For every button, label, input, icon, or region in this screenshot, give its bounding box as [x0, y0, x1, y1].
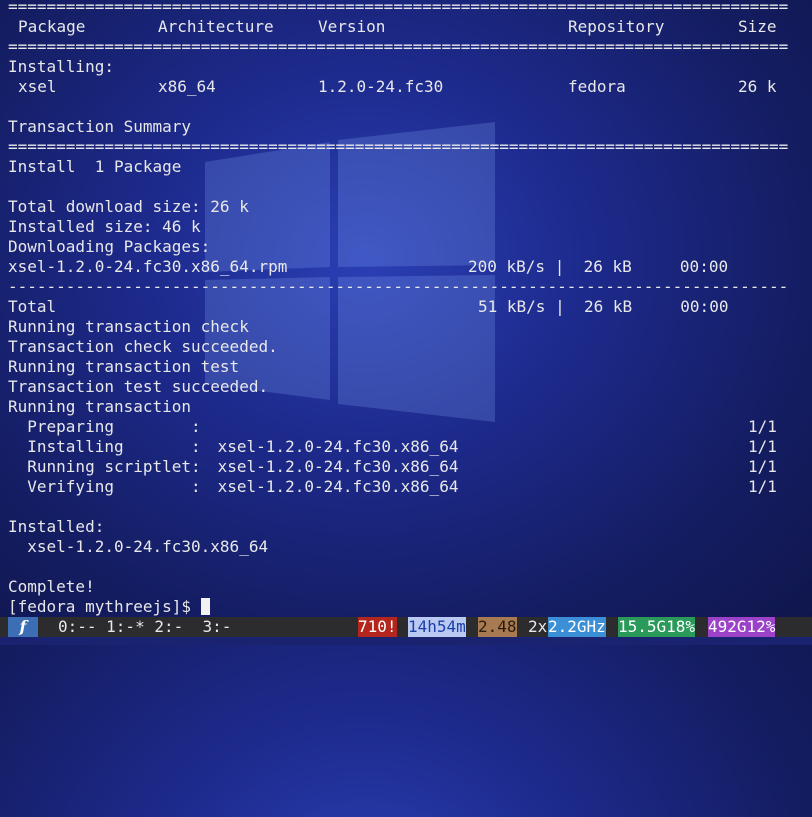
log-line: Running transaction test	[8, 357, 240, 376]
step-package: xsel-1.2.0-24.fc30.x86_64	[208, 457, 459, 476]
step-label: Preparing :	[8, 417, 201, 436]
package-name: xsel	[18, 77, 57, 96]
load-average-badge: 2.48	[478, 617, 517, 637]
log-line: Running transaction	[8, 397, 192, 416]
uptime-badge: 14h54m	[408, 617, 466, 637]
tmux-window-list[interactable]: 0:-- 1:-* 2:- 3:-	[58, 617, 231, 637]
step-package: xsel-1.2.0-24.fc30.x86_64	[208, 437, 459, 456]
table-row: xsel x86_64 1.2.0-24.fc30 fedora 26 k	[0, 77, 812, 97]
cpu-frequency-badge: 2.2GHz	[548, 617, 606, 637]
step-package: xsel-1.2.0-24.fc30.x86_64	[208, 477, 459, 496]
step-label: Installing :	[8, 437, 201, 456]
installed-label: Installed:	[8, 517, 105, 536]
table-header-rule: ========================================…	[8, 37, 788, 56]
log-line: Running transaction check	[8, 317, 249, 336]
prompt-text: [fedora mythreejs]$	[8, 597, 201, 616]
transaction-summary-title: Transaction Summary	[8, 117, 192, 136]
package-arch: x86_64	[158, 77, 216, 96]
text-cursor	[200, 598, 210, 615]
download-rule: ----------------------------------------…	[8, 277, 788, 296]
summary-rule: ========================================…	[8, 137, 788, 156]
step-count: 1/1	[748, 457, 777, 476]
log-line: Transaction check succeeded.	[8, 337, 278, 356]
column-header-architecture: Architecture	[158, 17, 274, 36]
tmux-status-bar: f 0:-- 1:-* 2:- 3:- 710! 14h54m 2.48 2x …	[0, 617, 812, 637]
disk-usage-badge: 492G12%	[708, 617, 776, 637]
column-header-repository: Repository	[568, 17, 665, 36]
log-line: Transaction test succeeded.	[8, 377, 269, 396]
package-repository: fedora	[568, 77, 626, 96]
total-label: Total	[8, 297, 57, 316]
step-label: Running scriptlet:	[8, 457, 201, 476]
fedora-logo-icon: f	[8, 617, 38, 637]
total-download-size: Total download size: 26 k	[8, 197, 249, 216]
complete-message: Complete!	[8, 577, 95, 596]
package-download-stats: 200 kB/s | 26 kB 00:00	[468, 257, 729, 276]
step-count: 1/1	[748, 477, 777, 496]
transaction-step-row: Verifying : xsel-1.2.0-24.fc30.x86_64 1/…	[0, 477, 812, 497]
memory-usage-badge: 15.5G18%	[618, 617, 696, 637]
column-header-size: Size	[738, 17, 777, 36]
download-progress-row: xsel-1.2.0-24.fc30.x86_64.rpm 200 kB/s |…	[0, 257, 812, 277]
table-header-row: Package Architecture Version Repository …	[0, 17, 812, 37]
alert-count-badge: 710!	[358, 617, 397, 637]
step-count: 1/1	[748, 417, 777, 436]
window-bottom-edge	[0, 637, 812, 645]
transaction-step-row: Running scriptlet: xsel-1.2.0-24.fc30.x8…	[0, 457, 812, 477]
table-top-rule: ========================================…	[8, 0, 788, 16]
step-count: 1/1	[748, 437, 777, 456]
cpu-count-label: 2x	[528, 617, 548, 636]
total-download-stats: 51 kB/s | 26 kB 00:00	[478, 297, 729, 316]
package-version: 1.2.0-24.fc30	[318, 77, 444, 96]
transaction-step-row: Preparing : 1/1	[0, 417, 812, 437]
column-header-version: Version	[318, 17, 386, 36]
installed-package: xsel-1.2.0-24.fc30.x86_64	[8, 537, 269, 556]
installing-label: Installing:	[8, 57, 114, 76]
total-download-row: Total 51 kB/s | 26 kB 00:00	[0, 297, 812, 317]
command-prompt[interactable]: [fedora mythreejs]$	[8, 597, 210, 617]
transaction-step-row: Installing : xsel-1.2.0-24.fc30.x86_64 1…	[0, 437, 812, 457]
package-size: 26 k	[738, 77, 777, 96]
step-label: Verifying :	[8, 477, 201, 496]
install-count-line: Install 1 Package	[8, 157, 182, 176]
terminal-output[interactable]: ========================================…	[0, 0, 812, 617]
downloading-packages-label: Downloading Packages:	[8, 237, 211, 256]
installed-size: Installed size: 46 k	[8, 217, 201, 236]
package-file-name: xsel-1.2.0-24.fc30.x86_64.rpm	[8, 257, 288, 276]
column-header-package: Package	[18, 17, 86, 36]
